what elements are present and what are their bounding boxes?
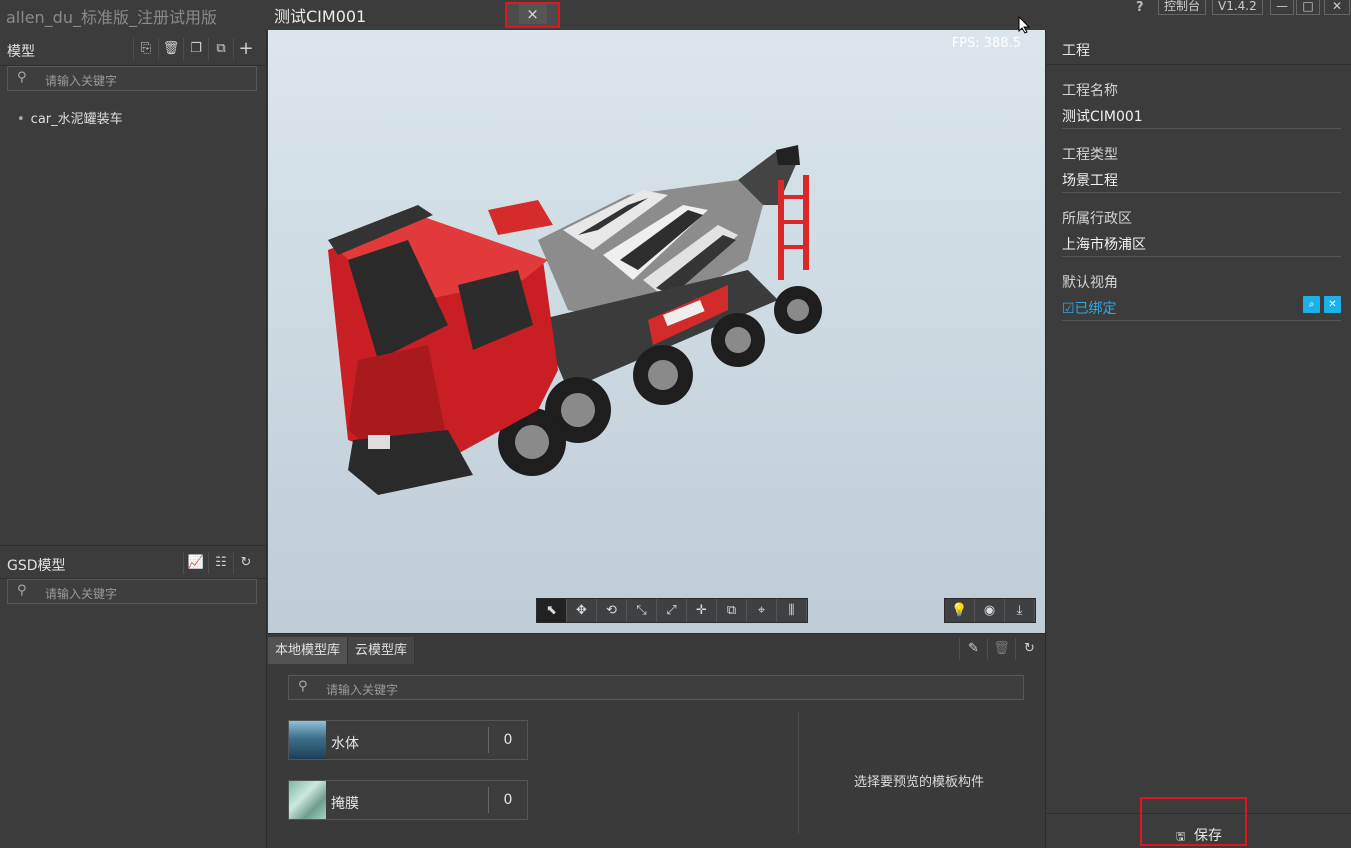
models-header: 模型 ⎘ 🗑 ❐ ⧉ +	[0, 32, 267, 66]
search-placeholder: 请输入关键字	[45, 587, 118, 601]
library-search-input[interactable]: ⚲ 请输入关键字	[288, 675, 1024, 700]
viewport-toolbar-right: 💡 ◉ ⤓	[944, 598, 1036, 623]
close-icon: ×	[518, 4, 547, 24]
3d-viewport[interactable]: FPS: 388.5 ⬉ ✥ ⟲ ⤡ ⤢ ✛ ⧉ ⌖ ⫼ 💡 ◉ ⤓	[268, 30, 1045, 633]
card-name: 掩膜	[331, 796, 359, 812]
prop-project-type: 工程类型 场景工程	[1062, 129, 1341, 193]
view-unbind-icon[interactable]: ✕	[1324, 296, 1341, 313]
bound-status-link[interactable]: ☑已绑定	[1062, 298, 1117, 318]
shrink-icon[interactable]: ⤡	[627, 599, 657, 622]
project-panel: 工程 工程名称 测试CIM001 工程类型 场景工程 所属行政区 上海市杨浦区 …	[1045, 30, 1351, 848]
model-tree-item[interactable]: car_水泥罐装车	[17, 108, 123, 127]
save-button[interactable]: 🖫 保存	[1140, 797, 1247, 846]
prop-key: 所属行政区	[1062, 211, 1132, 227]
prop-key: 默认视角	[1062, 275, 1118, 291]
pan-icon[interactable]: ✥	[567, 599, 597, 622]
mixer-truck-model[interactable]	[308, 110, 828, 500]
edit-icon[interactable]: ✎	[959, 638, 987, 660]
prop-key: 工程类型	[1062, 147, 1118, 163]
prop-value: 场景工程	[1062, 173, 1118, 189]
version-label: V1.4.2	[1212, 0, 1263, 15]
mask-thumbnail	[289, 781, 326, 819]
prop-district: 所属行政区 上海市杨浦区	[1062, 193, 1341, 257]
eye-icon[interactable]: ◉	[975, 599, 1005, 622]
prop-value: 上海市杨浦区	[1062, 237, 1146, 253]
select-icon[interactable]: ⬉	[537, 599, 567, 622]
divider	[798, 712, 799, 834]
document-tab[interactable]: 测试CIM001	[274, 3, 366, 27]
minimize-button[interactable]: —	[1270, 0, 1294, 15]
viewport-toolbar: ⬉ ✥ ⟲ ⤡ ⤢ ✛ ⧉ ⌖ ⫼	[536, 598, 808, 623]
copy-tool-icon[interactable]: ⧉	[717, 599, 747, 622]
gsd-title: GSD模型	[7, 558, 66, 574]
chart-icon[interactable]: 📈	[183, 552, 208, 574]
library-card-mask[interactable]: 掩膜 0	[288, 780, 528, 820]
maximize-button[interactable]: □	[1296, 0, 1320, 15]
prop-key: 工程名称	[1062, 83, 1118, 99]
mouse-cursor-icon	[1018, 16, 1030, 34]
library-card-water[interactable]: 水体 0	[288, 720, 528, 760]
refresh-icon[interactable]: ↻	[233, 552, 258, 574]
search-icon: ⚲	[17, 70, 27, 85]
save-icon: 🖫	[1176, 830, 1186, 843]
preview-hint: 选择要预览的模板构件	[854, 775, 985, 790]
library-actions: ✎ 🗑 ↻	[959, 638, 1043, 660]
help-icon[interactable]: ?	[1136, 0, 1144, 15]
tab-cloud-library[interactable]: 云模型库	[348, 637, 416, 664]
trash-icon[interactable]: 🗑	[987, 638, 1015, 660]
download-icon[interactable]: ⤓	[1005, 599, 1035, 622]
prop-default-view: 默认视角 ☑已绑定 ⌕ ✕	[1062, 257, 1341, 321]
card-name: 水体	[331, 736, 359, 752]
console-button[interactable]: 控制台	[1158, 0, 1207, 15]
gsd-header: GSD模型 📈 ☷ ↻	[0, 545, 267, 579]
view-locate-icon[interactable]: ⌕	[1303, 296, 1320, 313]
prop-value: 测试CIM001	[1062, 109, 1143, 125]
fps-counter: FPS: 388.5	[951, 36, 1021, 51]
export-icon[interactable]: ⎘	[133, 38, 158, 60]
layers-icon[interactable]: ☷	[208, 552, 233, 574]
copy-icon[interactable]: ❐	[183, 38, 208, 60]
tab-close-button[interactable]: ×	[505, 2, 560, 28]
split-icon[interactable]: ⫼	[777, 599, 807, 622]
move-icon[interactable]: ✛	[687, 599, 717, 622]
save-label: 保存	[1194, 828, 1222, 844]
title-bar: allen_du_标准版_注册试用版 测试CIM001 × ? 控制台 V1.4…	[0, 0, 1351, 30]
trash-icon[interactable]: 🗑	[158, 38, 183, 60]
paste-icon[interactable]: ⧉	[208, 38, 233, 60]
search-placeholder: 请输入关键字	[326, 683, 399, 697]
model-library: 本地模型库 云模型库 ✎ 🗑 ↻ ⚲ 请输入关键字 水体 0 掩膜 0 选择要预…	[268, 633, 1045, 848]
library-tabs: 本地模型库 云模型库	[268, 637, 416, 664]
search-icon: ⚲	[298, 679, 308, 694]
card-count: 0	[488, 787, 527, 813]
tab-local-library[interactable]: 本地模型库	[268, 637, 349, 664]
left-panel: 模型 ⎘ 🗑 ❐ ⧉ + ⚲ 请输入关键字 car_水泥罐装车 GSD模型 📈 …	[0, 30, 267, 848]
center-icon[interactable]: ⌖	[747, 599, 777, 622]
orbit-icon[interactable]: ⟲	[597, 599, 627, 622]
plus-icon[interactable]: +	[233, 38, 258, 60]
app-title: allen_du_标准版_注册试用版	[6, 8, 217, 27]
search-placeholder: 请输入关键字	[45, 74, 118, 88]
card-count: 0	[488, 727, 527, 753]
models-title: 模型	[7, 44, 35, 60]
refresh-icon[interactable]: ↻	[1015, 638, 1043, 660]
prop-project-name: 工程名称 测试CIM001	[1062, 65, 1341, 129]
expand-icon[interactable]: ⤢	[657, 599, 687, 622]
light-icon[interactable]: 💡	[945, 599, 975, 622]
gsd-search-input[interactable]: ⚲ 请输入关键字	[7, 579, 257, 604]
panel-title: 工程	[1062, 43, 1090, 59]
models-search-input[interactable]: ⚲ 请输入关键字	[7, 66, 257, 91]
water-thumbnail	[289, 721, 326, 759]
search-icon: ⚲	[17, 583, 27, 598]
window-close-button[interactable]: ✕	[1324, 0, 1350, 15]
